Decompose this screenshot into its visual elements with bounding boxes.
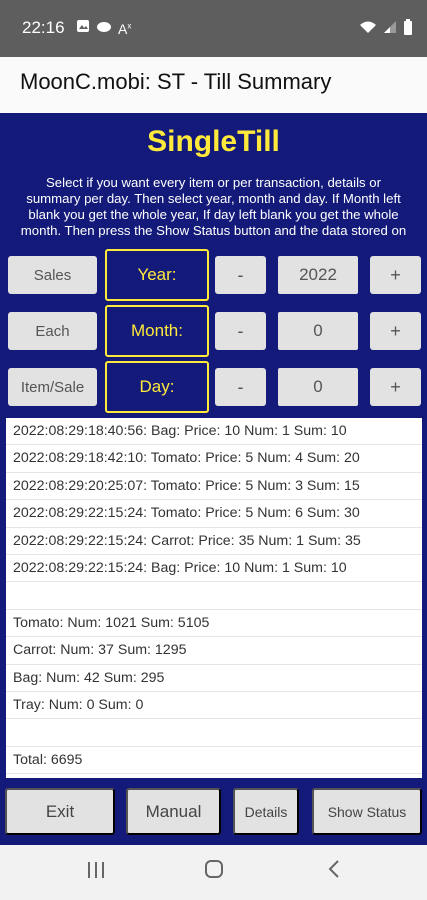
list-item[interactable]: 2022:08:29:20:25:07: Tomato: Price: 5 Nu…	[6, 473, 422, 501]
exit-button[interactable]: Exit	[5, 788, 115, 835]
image-icon	[76, 19, 90, 38]
cloud-icon	[96, 20, 112, 38]
day-plus-button[interactable]: +	[370, 368, 421, 406]
sales-button[interactable]: Sales	[8, 256, 97, 294]
list-item[interactable]: 2022:08:29:18:42:10: Tomato: Price: 5 Nu…	[6, 445, 422, 473]
year-plus-button[interactable]: +	[370, 256, 421, 294]
font-icon: Ax	[118, 20, 132, 37]
list-item[interactable]: Tray: Num: 0 Sum: 0	[6, 692, 422, 720]
list-item[interactable]: 2022:08:29:22:15:24: Bag: Price: 10 Num:…	[6, 555, 422, 583]
year-label[interactable]: Year:	[105, 249, 209, 301]
instruction-line: month. Then press the Show Status button…	[20, 223, 407, 238]
list-item[interactable]: Bag: Num: 42 Sum: 295	[6, 665, 422, 692]
instruction-line: Select if you want every item or per tra…	[46, 175, 381, 190]
day-label[interactable]: Day:	[105, 361, 209, 413]
signal-icon	[383, 20, 397, 39]
app-bar: MoonC.mobi: ST - Till Summary	[0, 57, 427, 113]
home-icon[interactable]	[204, 859, 224, 885]
instruction-line: summary per day. Then select year, month…	[26, 191, 401, 206]
list-item[interactable]	[6, 719, 422, 747]
year-minus-button[interactable]: -	[215, 256, 266, 294]
show-status-button[interactable]: Show Status	[312, 788, 422, 835]
year-row: Sales Year: - 2022 +	[0, 249, 427, 301]
main-panel: SingleTill Select if you want every item…	[0, 113, 427, 845]
status-time: 22:16	[22, 18, 65, 37]
sales-list[interactable]: 2022:08:29:18:40:56: Bag: Price: 10 Num:…	[6, 418, 422, 778]
list-item[interactable]: Total: 6695	[6, 747, 422, 775]
navigation-bar	[0, 845, 427, 900]
day-minus-button[interactable]: -	[215, 368, 266, 406]
wifi-icon	[359, 20, 377, 39]
instructions: Select if you want every item or per tra…	[0, 175, 427, 239]
list-item[interactable]: Carrot: Num: 37 Sum: 1295	[6, 637, 422, 665]
each-button[interactable]: Each	[8, 312, 97, 350]
year-value: 2022	[278, 256, 358, 294]
instruction-line: blank you get the whole year, If day lef…	[28, 207, 399, 222]
app-bar-title: MoonC.mobi: ST - Till Summary	[20, 69, 332, 94]
list-item[interactable]	[6, 582, 422, 610]
list-item[interactable]: 2022:08:29:22:15:24: Tomato: Price: 5 Nu…	[6, 500, 422, 528]
list-item[interactable]: Tomato: Num: 1021 Sum: 5105	[6, 610, 422, 638]
list-item[interactable]: 2022:08:29:22:15:24: Carrot: Price: 35 N…	[6, 528, 422, 555]
recent-apps-icon[interactable]	[86, 859, 106, 885]
item-sale-button[interactable]: Item/Sale	[8, 368, 97, 406]
status-bar: 22:16 Ax	[0, 0, 427, 57]
battery-icon	[403, 19, 413, 40]
month-value: 0	[278, 312, 358, 350]
details-button[interactable]: Details	[233, 788, 299, 835]
app-title: SingleTill	[147, 125, 280, 158]
manual-button[interactable]: Manual	[126, 788, 221, 835]
month-minus-button[interactable]: -	[215, 312, 266, 350]
day-value: 0	[278, 368, 358, 406]
list-item[interactable]: 2022:08:29:18:40:56: Bag: Price: 10 Num:…	[6, 418, 422, 446]
month-plus-button[interactable]: +	[370, 312, 421, 350]
back-icon[interactable]	[327, 859, 341, 885]
month-row: Each Month: - 0 +	[0, 305, 427, 357]
day-row: Item/Sale Day: - 0 +	[0, 361, 427, 413]
month-label[interactable]: Month:	[105, 305, 209, 357]
